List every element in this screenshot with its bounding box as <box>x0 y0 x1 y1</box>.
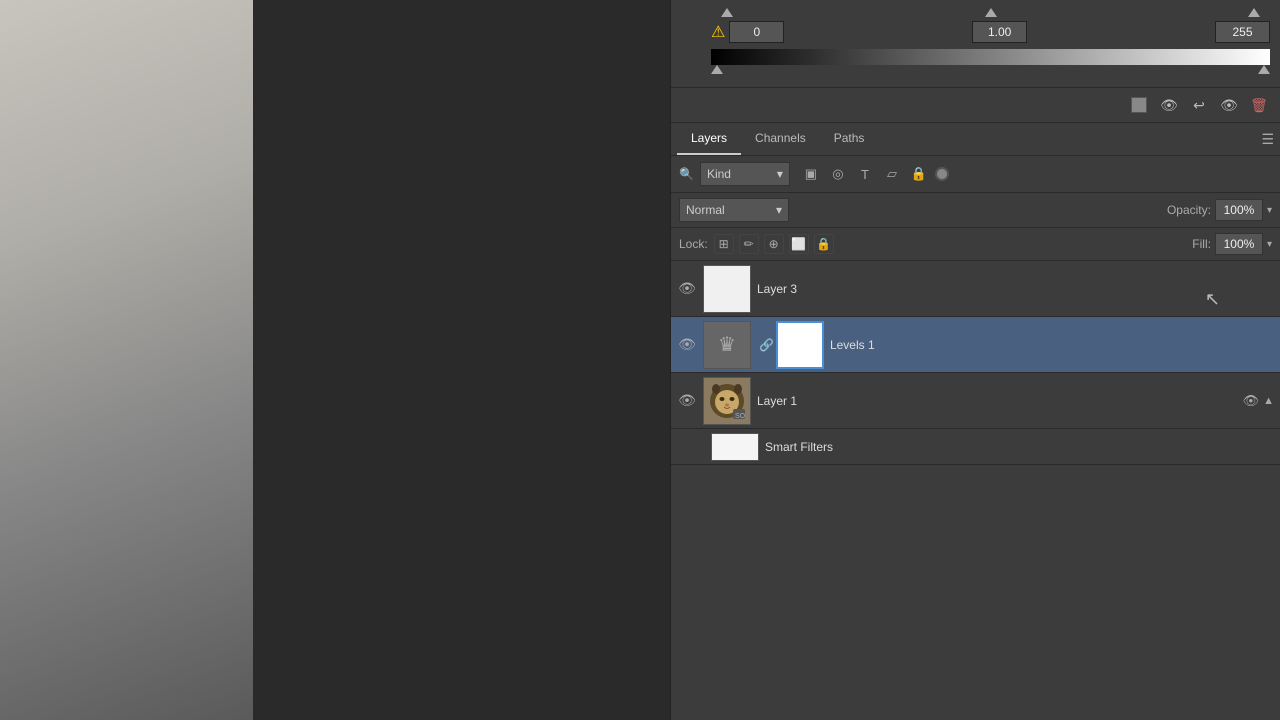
levels-white-input[interactable]: 255 <box>1215 21 1270 43</box>
pixel-filter-icon[interactable]: ▣ <box>800 163 822 185</box>
clip-mask-icon[interactable] <box>1128 94 1150 116</box>
right-panel: ⚠ 0 1.00 255 👁 ↩ 👁 🗑 Layers Channels <box>670 0 1280 720</box>
preview-icon[interactable]: 👁 <box>1218 94 1240 116</box>
kind-chevron: ▾ <box>777 167 783 181</box>
gradient-strip <box>711 49 1270 65</box>
tab-layers[interactable]: Layers <box>677 123 741 155</box>
layer1-name: Layer 1 <box>757 394 1243 408</box>
gradient-right-handle[interactable] <box>1258 65 1270 74</box>
lion-svg: SO <box>705 379 749 423</box>
layers-list: 👁 Layer 3 ↖ 👁 ♛ 🔗 Levels 1 <box>671 261 1280 720</box>
levels-inputs-row: ⚠ 0 1.00 255 <box>681 21 1270 43</box>
smart-filters-item[interactable]: Smart Filters <box>671 429 1280 465</box>
warning-icon: ⚠ <box>711 22 725 42</box>
levels-white-point-arrow[interactable] <box>1248 8 1260 17</box>
layer1-visibility[interactable]: 👁 <box>677 391 697 411</box>
opacity-chevron[interactable]: ▾ <box>1267 205 1272 216</box>
kind-dropdown[interactable]: Kind ▾ <box>700 162 790 186</box>
lock-icons: ⊞ ✏ ⊕ ⬜ 🔒 <box>714 234 834 254</box>
lock-paint-icon[interactable]: ✏ <box>739 234 759 254</box>
lock-row: Lock: ⊞ ✏ ⊕ ⬜ 🔒 Fill: 100% ▾ <box>671 228 1280 261</box>
lock-label: Lock: <box>679 237 708 251</box>
layer1-visibility-lock-icon: 👁 <box>1243 393 1260 409</box>
fill-chevron[interactable]: ▾ <box>1267 239 1272 250</box>
levels1-mask-thumbnail <box>776 321 824 369</box>
levels-top-arrows <box>681 8 1270 21</box>
layer3-name: Layer 3 <box>757 282 1274 296</box>
filter-row: 🔍 Kind ▾ ▣ ◎ T ▱ 🔒 <box>671 156 1280 193</box>
blend-row: Normal ▾ Opacity: 100% ▾ <box>671 193 1280 228</box>
gradient-handles <box>711 65 1270 75</box>
layer1-thumbnail: SO <box>703 377 751 425</box>
fill-row: Fill: 100% ▾ <box>1192 233 1272 255</box>
gradient-left-handle[interactable] <box>711 65 723 74</box>
levels1-name: Levels 1 <box>830 338 1274 352</box>
layer1-chevron: ▲ <box>1263 395 1274 407</box>
levels-black-point-arrow[interactable] <box>721 8 733 17</box>
levels-black-input[interactable]: 0 <box>729 21 784 43</box>
layers-panel: Layers Channels Paths ☰ 🔍 Kind ▾ ▣ ◎ T ▱… <box>671 123 1280 720</box>
lock-all-icon[interactable]: 🔒 <box>814 234 834 254</box>
opacity-row: Opacity: 100% ▾ <box>1167 199 1272 221</box>
type-filter-icon[interactable]: T <box>854 163 876 185</box>
adjustment-filter-icon[interactable]: ◎ <box>827 163 849 185</box>
canvas-area <box>0 0 670 720</box>
tab-channels[interactable]: Channels <box>741 123 820 155</box>
levels-adj-symbol: ♛ <box>718 332 736 357</box>
lock-transparent-icon[interactable]: ⊞ <box>714 234 734 254</box>
blend-mode-dropdown[interactable]: Normal ▾ <box>679 198 789 222</box>
levels1-link-icon: 🔗 <box>759 338 774 352</box>
lock-move-icon[interactable]: ⊕ <box>764 234 784 254</box>
opacity-label: Opacity: <box>1167 203 1211 217</box>
undo-icon[interactable]: ↩ <box>1188 94 1210 116</box>
smartobj-filter-icon[interactable]: 🔒 <box>908 163 930 185</box>
tabs-row: Layers Channels Paths ☰ <box>671 123 1280 156</box>
svg-text:SO: SO <box>735 413 746 420</box>
kind-label: Kind <box>707 167 731 181</box>
lock-artboard-icon[interactable]: ⬜ <box>789 234 809 254</box>
levels-gradient-bar[interactable] <box>711 49 1270 75</box>
levels1-adj-icon: ♛ <box>703 321 751 369</box>
delete-icon[interactable]: 🗑 <box>1248 94 1270 116</box>
canvas-dark-area <box>253 0 670 720</box>
smart-filters-label: Smart Filters <box>765 440 833 454</box>
visibility-toggle-icon[interactable]: 👁 <box>1158 94 1180 116</box>
opacity-input[interactable]: 100% <box>1215 199 1263 221</box>
blend-chevron: ▾ <box>776 203 782 217</box>
levels1-visibility[interactable]: 👁 <box>677 335 697 355</box>
layer-item-levels1[interactable]: 👁 ♛ 🔗 Levels 1 <box>671 317 1280 373</box>
clip-square <box>1131 97 1147 113</box>
fill-label: Fill: <box>1192 237 1211 251</box>
canvas-background <box>0 0 253 720</box>
shape-filter-icon[interactable]: ▱ <box>881 163 903 185</box>
tab-paths[interactable]: Paths <box>820 123 879 155</box>
layer3-thumbnail <box>703 265 751 313</box>
blend-mode-label: Normal <box>686 203 725 217</box>
layer-item-layer3[interactable]: 👁 Layer 3 ↖ <box>671 261 1280 317</box>
levels-section: ⚠ 0 1.00 255 <box>671 0 1280 88</box>
layer1-right-icons: 👁 ▲ <box>1243 393 1274 409</box>
levels-mid-input[interactable]: 1.00 <box>972 21 1027 43</box>
search-icon: 🔍 <box>679 167 694 181</box>
fill-input[interactable]: 100% <box>1215 233 1263 255</box>
levels-mid-point-arrow[interactable] <box>985 8 997 17</box>
layer-item-layer1[interactable]: 👁 <box>671 373 1280 429</box>
filter-icons: ▣ ◎ T ▱ 🔒 <box>800 163 949 185</box>
panel-menu-icon[interactable]: ☰ <box>1261 131 1274 148</box>
smart-filters-thumbnail <box>711 433 759 461</box>
layer3-visibility[interactable]: 👁 <box>677 279 697 299</box>
toolbar-row: 👁 ↩ 👁 🗑 <box>671 88 1280 123</box>
filter-toggle[interactable] <box>935 167 949 181</box>
